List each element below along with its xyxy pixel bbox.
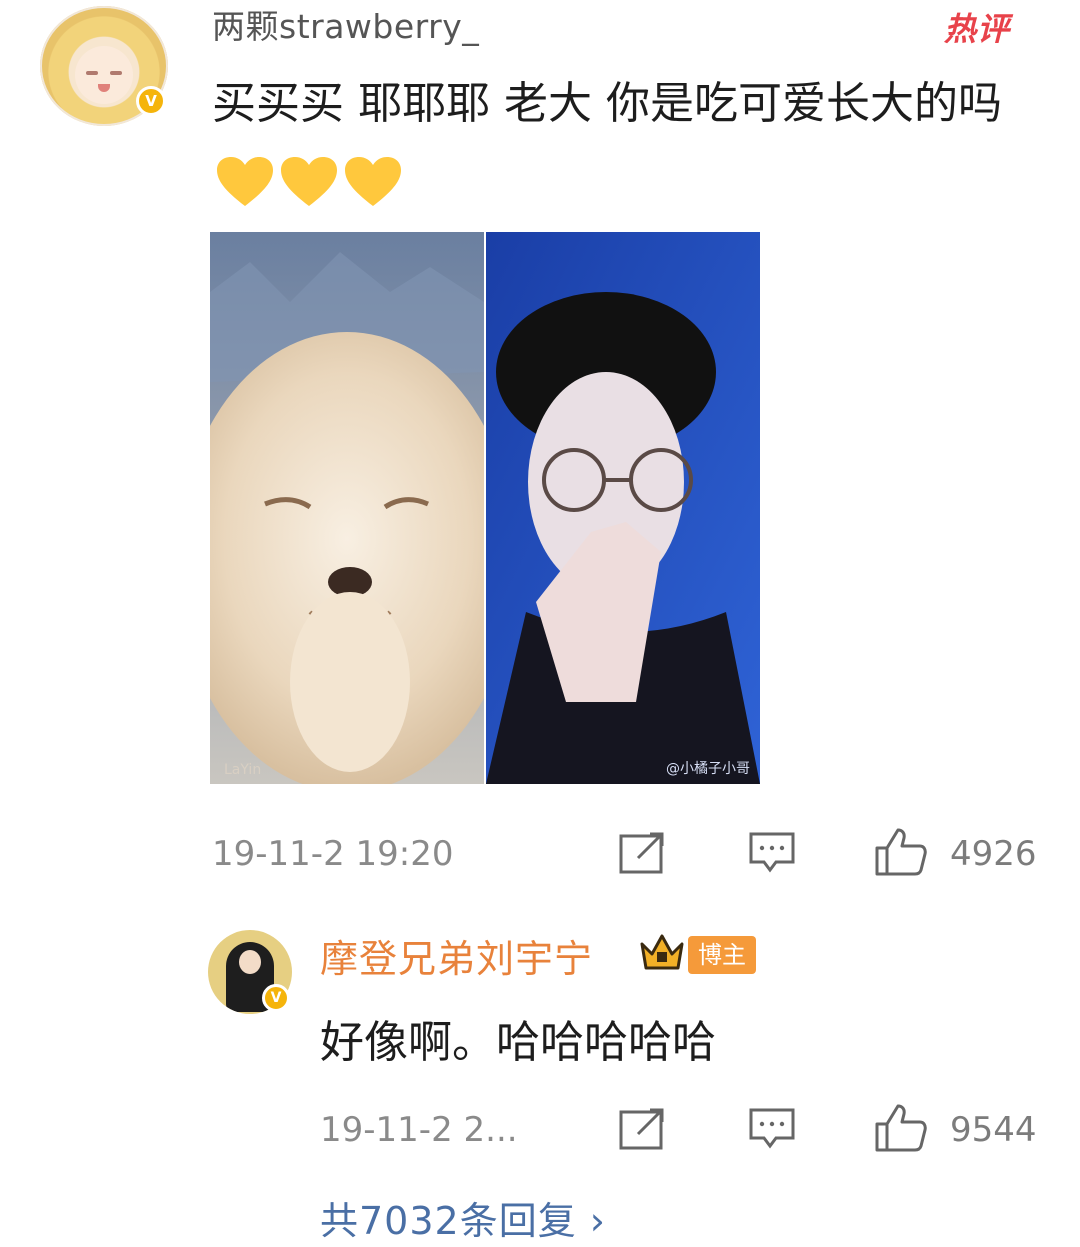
image-watermark: LaYin (224, 762, 262, 778)
avatar-eye (110, 71, 122, 75)
person-image[interactable]: @小橘子小哥 (486, 232, 760, 784)
reply-text: 好像啊。哈哈哈哈哈 (320, 1017, 716, 1068)
blogger-username[interactable]: 摩登兄弟刘宇宁 (320, 928, 593, 983)
puppy-image[interactable]: LaYin (210, 232, 484, 784)
yellow-heart-icon (281, 157, 337, 206)
crown-icon (640, 934, 684, 970)
avatar-eye (86, 71, 98, 75)
view-replies-link[interactable]: 共7032条回复 › (320, 1190, 606, 1245)
like-icon[interactable] (874, 826, 928, 878)
avatar-mouth (98, 84, 110, 92)
comment-timestamp: 19-11-2 19:20 (212, 834, 454, 874)
like-icon[interactable] (874, 1102, 928, 1154)
image-watermark: @小橘子小哥 (666, 761, 750, 777)
blogger-badge: 博主 (688, 936, 756, 974)
reply-timestamp: 19-11-2 2... (320, 1110, 518, 1150)
avatar-head (239, 950, 261, 974)
comment-icon[interactable] (748, 830, 796, 876)
like-count: 4926 (950, 834, 1037, 874)
comment-icon[interactable] (748, 1106, 796, 1152)
yellow-heart-icon (217, 157, 273, 206)
verified-icon: V (262, 984, 290, 1012)
share-icon[interactable] (618, 1106, 668, 1152)
commenter-avatar[interactable]: V (40, 6, 168, 126)
comment-text: 买买买 耶耶耶 老大 你是吃可爱长大的吗 (212, 66, 1032, 218)
yellow-heart-icon (345, 157, 401, 206)
avatar-face (75, 46, 133, 104)
commenter-username[interactable]: 两颗strawberry_ (212, 0, 479, 48)
comment-body: 买买买 耶耶耶 老大 你是吃可爱长大的吗 (212, 78, 1002, 129)
like-count: 9544 (950, 1110, 1037, 1150)
hot-comment-badge: 热评 (944, 10, 1011, 48)
share-icon[interactable] (618, 830, 668, 876)
verified-icon: V (136, 86, 166, 116)
